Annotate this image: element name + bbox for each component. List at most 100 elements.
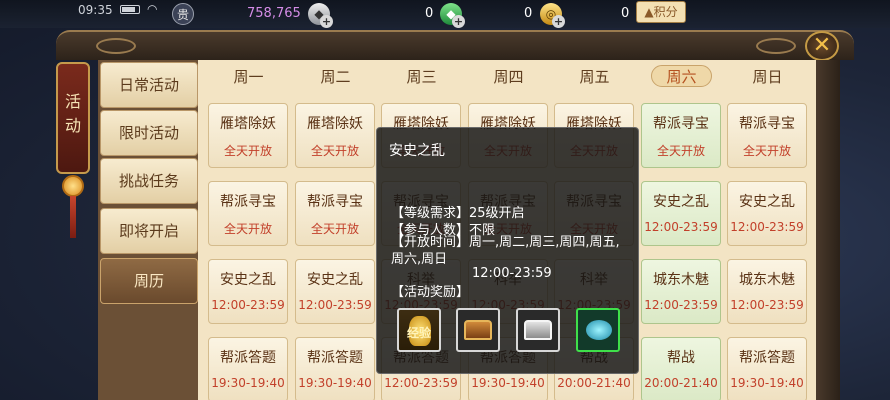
activity-name: 帮派寻宝: [653, 116, 709, 132]
reward-jade-gem[interactable]: [576, 308, 620, 352]
weekday-label: 周六: [651, 65, 712, 87]
activity-time: 全天开放: [223, 144, 272, 158]
tab-0[interactable]: 日常活动: [100, 62, 198, 108]
open-hours: 12:00-23:59: [472, 266, 552, 281]
activity-name: 帮派寻宝: [307, 194, 363, 210]
clock: 09:35: [78, 3, 113, 17]
activity-time: 12:00-23:59: [298, 298, 372, 312]
wifi-icon: ◠: [147, 2, 158, 16]
rewards-label: 【活动奖励】: [391, 285, 470, 300]
activity-time: 19:30-19:40: [471, 376, 545, 390]
activity-card[interactable]: 雁塔除妖全天开放: [208, 103, 288, 168]
activity-card[interactable]: 安史之乱 12:00-23:59: [208, 259, 288, 324]
activity-time: 全天开放: [656, 144, 705, 158]
cloud-ornament-icon: [96, 38, 136, 54]
activity-time: 12:00-23:59: [211, 298, 285, 312]
activity-time: 19:30-19:40: [211, 376, 285, 390]
tab-4[interactable]: 周历: [100, 258, 198, 304]
points-amount: 0: [621, 6, 630, 21]
add-silver-button[interactable]: +: [320, 15, 333, 28]
activity-name: 城东木魅: [653, 272, 709, 288]
status-bar: 09:35 ◠ 贵 758,765 ◆ + 0 ◆ + 0 ◎ + 0 ▲积分: [0, 0, 890, 28]
activity-time: 19:30-19:40: [298, 376, 372, 390]
tab-2[interactable]: 挑战任务: [100, 158, 198, 204]
reward-silver-chest[interactable]: [516, 308, 560, 352]
activity-time: 全天开放: [223, 222, 272, 236]
close-button[interactable]: ✕: [805, 31, 839, 61]
bronze-chest-icon: [464, 320, 492, 340]
weekday-6: 周日: [725, 60, 810, 94]
activity-card[interactable]: 雁塔除妖全天开放: [295, 103, 375, 168]
tooltip-title: 安史之乱: [389, 143, 445, 159]
tassel-icon: [70, 196, 76, 238]
activity-name: 雁塔除妖: [307, 116, 363, 132]
activity-name: 帮派答题: [307, 350, 363, 366]
activity-card[interactable]: 帮派答题 19:30-19:40: [295, 337, 375, 400]
activity-card[interactable]: 城东木魅 12:00-23:59: [727, 259, 807, 324]
activity-time: 12:00-23:59: [730, 298, 804, 312]
exp-label: 经验: [406, 326, 431, 340]
weekday-5: 周六: [639, 60, 724, 94]
points-icon: ▲: [644, 5, 654, 19]
add-coin-button[interactable]: +: [552, 15, 565, 28]
activity-name: 安史之乱: [307, 272, 363, 288]
vip-badge-icon[interactable]: 贵: [172, 3, 194, 25]
reward-bronze-chest[interactable]: [456, 308, 500, 352]
add-jade-button[interactable]: +: [452, 15, 465, 28]
weekday-3: 周四: [466, 60, 551, 94]
activity-name: 帮派答题: [739, 350, 795, 366]
weekday-label: 周三: [406, 68, 437, 86]
activity-time: 12:00-23:59: [644, 298, 718, 312]
activity-card[interactable]: 帮战 20:00-21:40: [641, 337, 721, 400]
activity-name: 帮派寻宝: [739, 116, 795, 132]
activity-name: 帮战: [667, 350, 695, 366]
activity-time: 20:00-21:40: [557, 376, 631, 390]
activity-card[interactable]: 帮派寻宝全天开放: [295, 181, 375, 246]
jade-gem-icon: [586, 320, 612, 340]
activity-card[interactable]: 帮派答题 19:30-19:40: [727, 337, 807, 400]
points-label: 积分: [653, 5, 678, 19]
activity-tooltip: 安史之乱 【等级需求】25级开启 【参与人数】不限 【开放时间】周一,周二,周三…: [376, 127, 639, 374]
gold-amount: 758,765: [247, 6, 301, 21]
activity-name: 安史之乱: [653, 194, 709, 210]
coin-amount: 0: [524, 6, 533, 21]
activity-card[interactable]: 城东木魅 12:00-23:59: [641, 259, 721, 324]
weekday-label: 周二: [320, 68, 351, 86]
activity-card[interactable]: 安史之乱 12:00-23:59: [641, 181, 721, 246]
activity-card[interactable]: 帮派寻宝全天开放: [641, 103, 721, 168]
points-button[interactable]: ▲积分: [636, 1, 686, 23]
silver-chest-icon: [524, 320, 552, 340]
activity-name: 帮派寻宝: [220, 194, 276, 210]
weekday-4: 周五: [552, 60, 637, 94]
battery-icon: [120, 5, 140, 14]
activity-card[interactable]: 帮派寻宝全天开放: [727, 103, 807, 168]
panel-right-frame: [816, 60, 840, 400]
weekday-label: 周日: [752, 68, 783, 86]
activity-card[interactable]: 安史之乱 12:00-23:59: [295, 259, 375, 324]
lantern-icon: [62, 175, 84, 197]
cloud-ornament-icon: [756, 38, 796, 54]
activity-time: 12:00-23:59: [384, 376, 458, 390]
activity-card[interactable]: 安史之乱 12:00-23:59: [727, 181, 807, 246]
activity-time: 19:30-19:40: [730, 376, 804, 390]
tab-3[interactable]: 即将开启: [100, 208, 198, 254]
reward-exp-bag[interactable]: 经验: [397, 308, 441, 352]
weekday-1: 周二: [293, 60, 378, 94]
activity-card[interactable]: 帮派答题 19:30-19:40: [208, 337, 288, 400]
jade-amount: 0: [425, 6, 434, 21]
open-days: 【开放时间】周一,周二,周三,周四,周五,周六,周日: [391, 235, 620, 267]
weekday-0: 周一: [206, 60, 291, 94]
weekday-label: 周五: [579, 68, 610, 86]
activity-time: 全天开放: [310, 222, 359, 236]
activity-name: 城东木魅: [739, 272, 795, 288]
activity-time: 12:00-23:59: [644, 220, 718, 234]
activity-name: 帮派答题: [220, 350, 276, 366]
activity-time: 12:00-23:59: [730, 220, 804, 234]
activity-plaque: 活动: [56, 62, 90, 174]
tab-1[interactable]: 限时活动: [100, 110, 198, 156]
activity-name: 安史之乱: [739, 194, 795, 210]
weekday-2: 周三: [379, 60, 464, 94]
activity-card[interactable]: 帮派寻宝全天开放: [208, 181, 288, 246]
activity-time: 全天开放: [742, 144, 791, 158]
weekday-label: 周一: [233, 68, 264, 86]
